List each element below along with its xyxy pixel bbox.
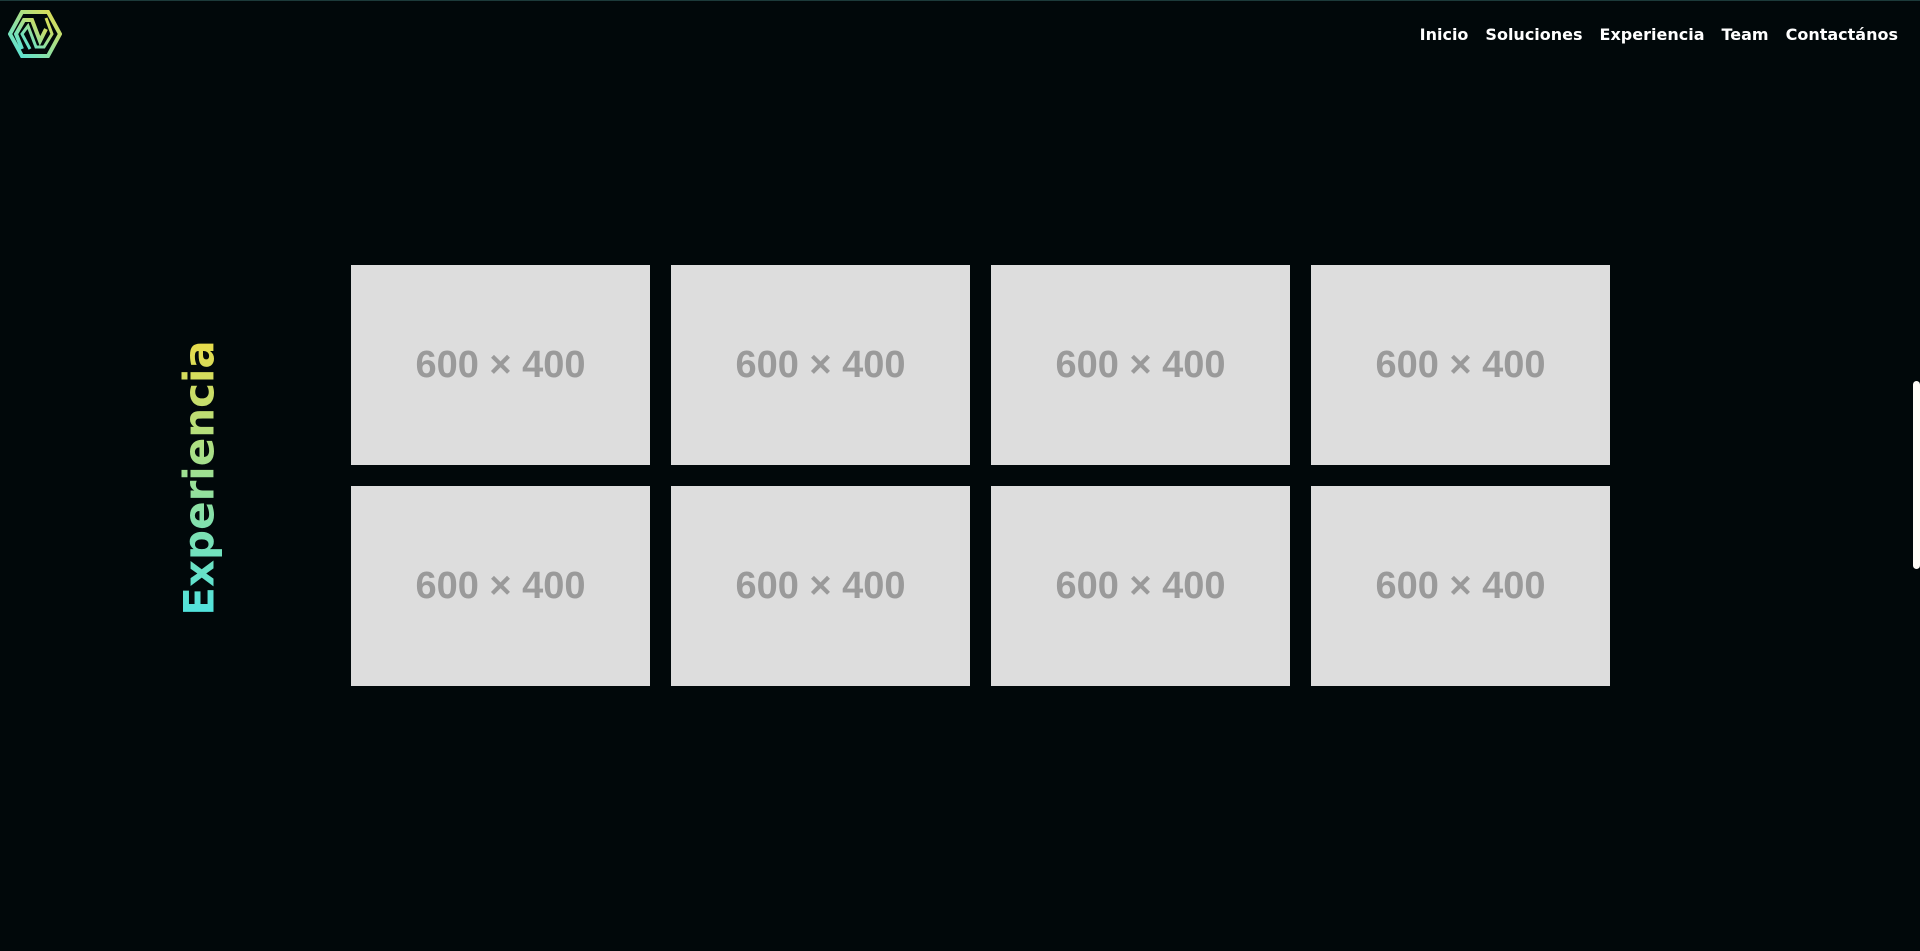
- nav-inicio[interactable]: Inicio: [1420, 25, 1469, 44]
- placeholder-image: 600 × 400: [991, 265, 1290, 465]
- nav-experiencia[interactable]: Experiencia: [1600, 25, 1705, 44]
- scrollbar-thumb[interactable]: [1913, 381, 1920, 569]
- nav-team[interactable]: Team: [1721, 25, 1768, 44]
- section-title: Experiencia: [175, 332, 224, 624]
- placeholder-image: 600 × 400: [351, 486, 650, 686]
- brand-logo[interactable]: [8, 9, 62, 59]
- main-nav: Inicio Soluciones Experiencia Team Conta…: [1420, 25, 1898, 44]
- placeholder-image: 600 × 400: [991, 486, 1290, 686]
- placeholder-image: 600 × 400: [671, 486, 970, 686]
- placeholder-image: 600 × 400: [671, 265, 970, 465]
- experience-gallery: 600 × 400 600 × 400 600 × 400 600 × 400 …: [351, 265, 1610, 686]
- nav-contactanos[interactable]: Contactános: [1786, 25, 1898, 44]
- placeholder-image: 600 × 400: [351, 265, 650, 465]
- placeholder-image: 600 × 400: [1311, 486, 1610, 686]
- nav-soluciones[interactable]: Soluciones: [1485, 25, 1582, 44]
- placeholder-image: 600 × 400: [1311, 265, 1610, 465]
- section-title-text: Experiencia: [174, 340, 224, 616]
